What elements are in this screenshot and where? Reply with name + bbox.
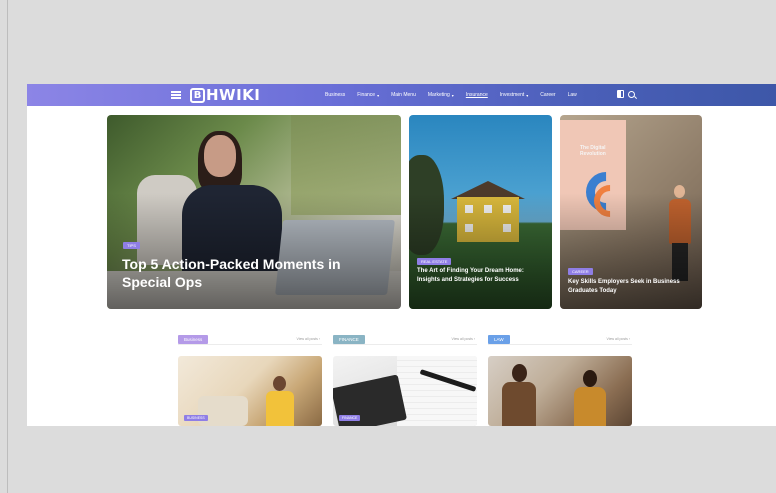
web-page: B HWIKI Business Finance ▾ Main Menu Mark… [27,84,776,426]
article-title[interactable]: The Art of Finding Your Dream Home: Insi… [417,267,545,284]
article-title[interactable]: Key Skills Employers Seek in Business Gr… [568,278,693,295]
nav-item-finance[interactable]: Finance ▾ [357,92,379,98]
featured-hero-card[interactable]: TIPS Top 5 Action-Packed Moments in Spec… [107,115,401,309]
article-title[interactable]: Top 5 Action-Packed Moments in Special O… [122,255,372,291]
dark-mode-toggle-icon[interactable] [617,90,624,98]
logo-text: HWIKI [206,86,261,104]
nav-item-law[interactable]: Law [568,92,577,98]
nav-icons [617,90,635,98]
view-all-link[interactable]: View all posts › [452,337,475,341]
article-thumbnail[interactable]: FINANCE [333,356,477,426]
logo-mark: B [190,87,205,103]
category-badge[interactable]: BUSINESS [184,415,208,421]
section-tag[interactable]: FINANCE [333,335,365,344]
category-badge[interactable]: CAREER [568,268,593,275]
nav-item-main-menu[interactable]: Main Menu [391,92,416,98]
nav-item-investment[interactable]: Investment ▾ [500,92,528,98]
search-icon[interactable] [628,90,635,98]
top-navbar: B HWIKI Business Finance ▾ Main Menu Mark… [27,84,776,106]
nav-item-business[interactable]: Business [325,92,345,98]
view-all-link[interactable]: View all posts › [607,337,630,341]
category-badge[interactable]: REAL ESTATE [417,258,452,265]
category-badge[interactable]: FINANCE [339,415,361,421]
hamburger-menu-icon[interactable] [171,91,181,99]
section-finance: FINANCE View all posts › FINANCE [333,335,477,426]
section-header: FINANCE View all posts › [333,335,477,345]
featured-house-card[interactable]: REAL ESTATE The Art of Finding Your Drea… [409,115,552,309]
window-edge-line [7,0,8,493]
site-logo[interactable]: B HWIKI [190,86,261,104]
featured-presentation-card[interactable]: The Digital Revolution CAREER Key Skills… [560,115,702,309]
section-business: Business View all posts › BUSINESS [178,335,322,426]
article-thumbnail[interactable]: BUSINESS [178,356,322,426]
chevron-down-icon: ▾ [526,92,529,98]
section-tag[interactable]: Business [178,335,209,344]
category-badge[interactable]: TIPS [123,242,140,249]
section-law: LAW View all posts › [488,335,632,426]
nav-item-career[interactable]: Career [540,92,555,98]
chevron-down-icon: ▾ [377,92,380,98]
article-thumbnail[interactable] [488,356,632,426]
view-all-link[interactable]: View all posts › [297,337,320,341]
chevron-down-icon: ▾ [451,92,454,98]
nav-item-marketing[interactable]: Marketing ▾ [428,92,454,98]
screen-text: The Digital Revolution [580,145,606,157]
section-header: LAW View all posts › [488,335,632,345]
nav-item-insurance[interactable]: Insurance [466,92,488,98]
section-tag[interactable]: LAW [488,335,510,344]
section-header: Business View all posts › [178,335,322,345]
main-nav: Business Finance ▾ Main Menu Marketing ▾ I… [325,84,589,106]
